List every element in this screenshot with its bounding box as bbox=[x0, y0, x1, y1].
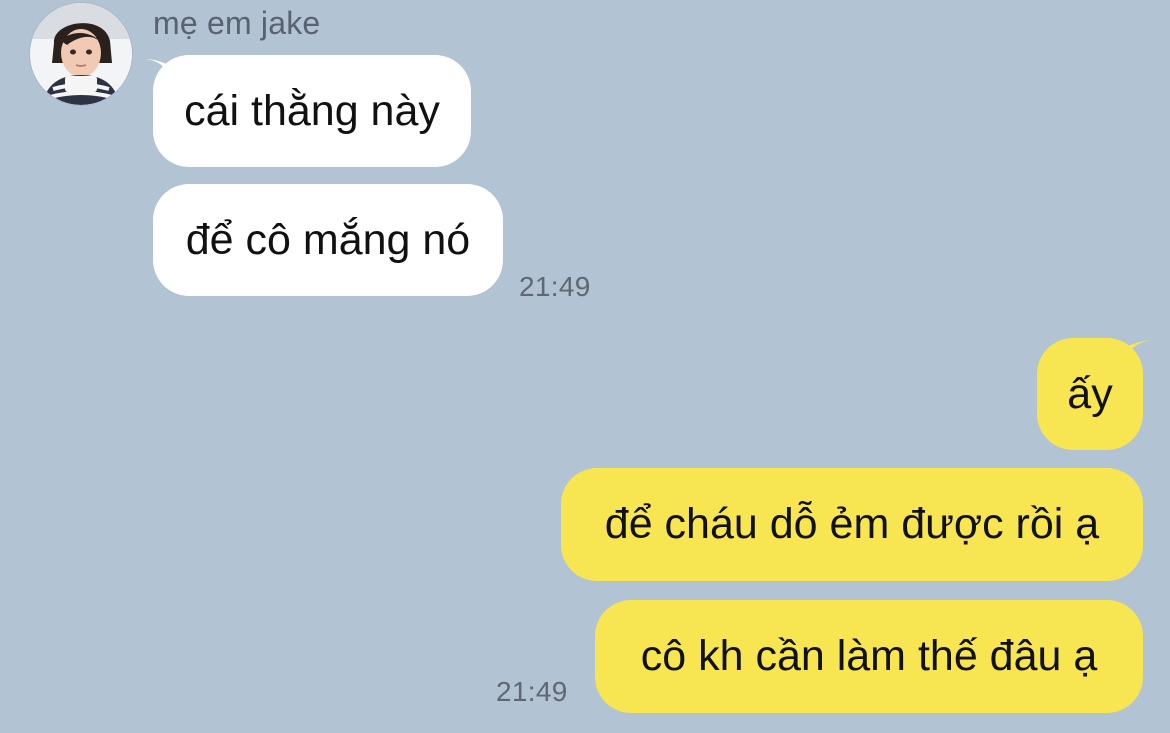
incoming-message-bubble[interactable]: để cô mắng nó bbox=[153, 184, 503, 296]
message-text: ấy bbox=[1067, 369, 1113, 418]
outgoing-message-bubble[interactable]: cô kh cần làm thế đâu ạ bbox=[595, 600, 1143, 713]
child-avatar-icon bbox=[30, 3, 132, 105]
incoming-message-time: 21:49 bbox=[519, 271, 591, 302]
message-text: để cháu dỗ ẻm được rồi ạ bbox=[604, 500, 1100, 548]
outgoing-message-bubble[interactable]: ấy bbox=[1037, 338, 1143, 450]
message-text: cô kh cần làm thế đâu ạ bbox=[640, 632, 1098, 680]
outgoing-message-bubble[interactable]: để cháu dỗ ẻm được rồi ạ bbox=[561, 468, 1143, 581]
message-text: để cô mắng nó bbox=[185, 215, 471, 264]
chat-screen: mẹ em jake cái thằng này để cô mắng nó 2… bbox=[0, 0, 1170, 733]
avatar[interactable] bbox=[30, 3, 132, 105]
sender-name: mẹ em jake bbox=[153, 5, 321, 41]
incoming-message-bubble[interactable]: cái thằng này bbox=[153, 55, 471, 167]
message-text: cái thằng này bbox=[184, 86, 440, 135]
outgoing-message-time: 21:49 bbox=[496, 676, 568, 707]
